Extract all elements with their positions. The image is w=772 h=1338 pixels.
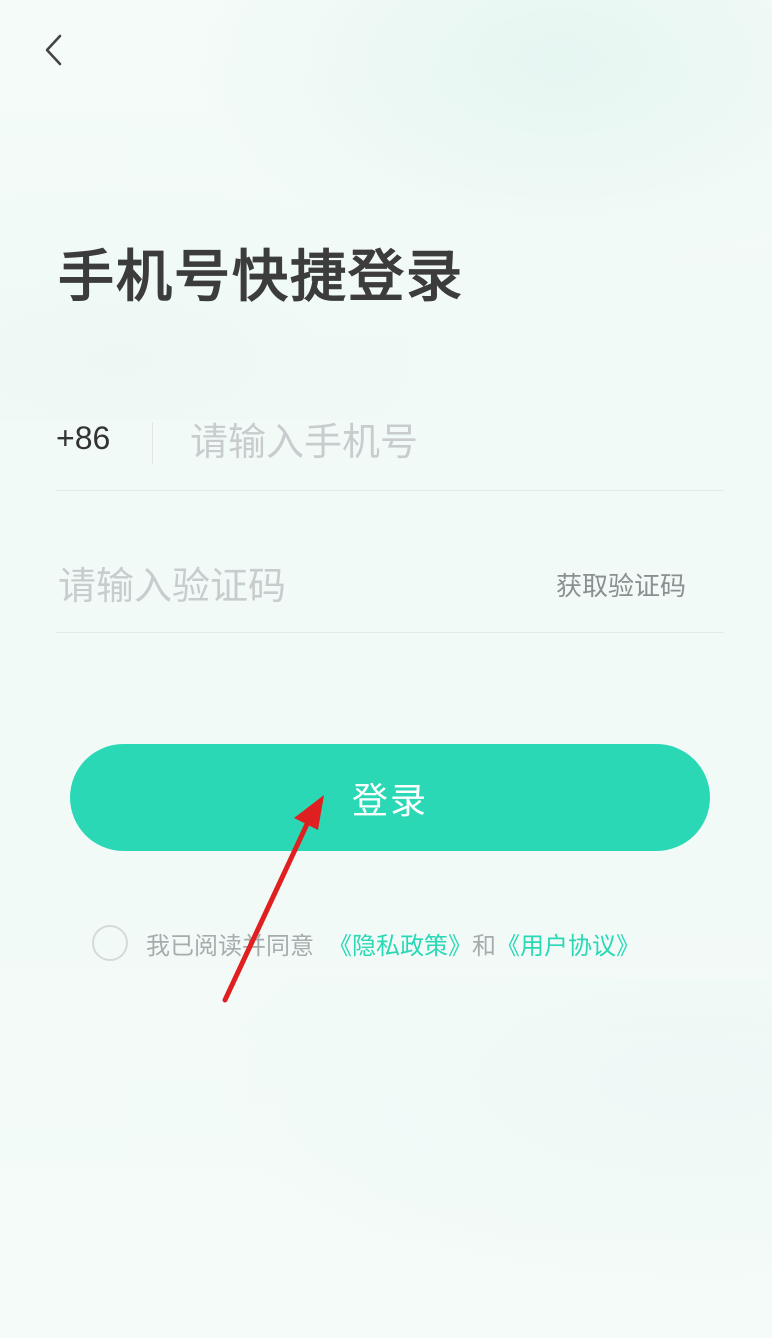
agreement-checkbox[interactable] xyxy=(92,925,128,961)
background-decoration xyxy=(0,0,772,420)
agreement-and: 和 xyxy=(472,931,496,960)
phone-input[interactable] xyxy=(190,414,710,470)
privacy-policy-link[interactable]: 《隐私政策》 xyxy=(328,926,472,961)
chevron-left-icon xyxy=(45,34,62,66)
background-decoration-bottom xyxy=(0,980,772,1338)
user-agreement-link[interactable]: 《用户协议》 xyxy=(496,926,640,961)
verification-code-input[interactable] xyxy=(58,556,528,616)
login-button[interactable]: 登录 xyxy=(70,744,710,851)
country-code-divider xyxy=(152,422,153,464)
agreement-row: 我已阅读并同意 《隐私政策》 和 《用户协议》 xyxy=(92,922,640,964)
code-row: 获取验证码 xyxy=(56,534,724,633)
agreement-prefix: 我已阅读并同意 xyxy=(146,931,314,960)
get-code-button[interactable]: 获取验证码 xyxy=(556,566,686,603)
page-title: 手机号快捷登录 xyxy=(58,245,464,310)
login-button-label: 登录 xyxy=(351,780,428,822)
phone-row: +86 xyxy=(56,392,724,491)
country-code-selector[interactable]: +86 xyxy=(56,420,110,457)
back-button[interactable] xyxy=(34,28,74,72)
